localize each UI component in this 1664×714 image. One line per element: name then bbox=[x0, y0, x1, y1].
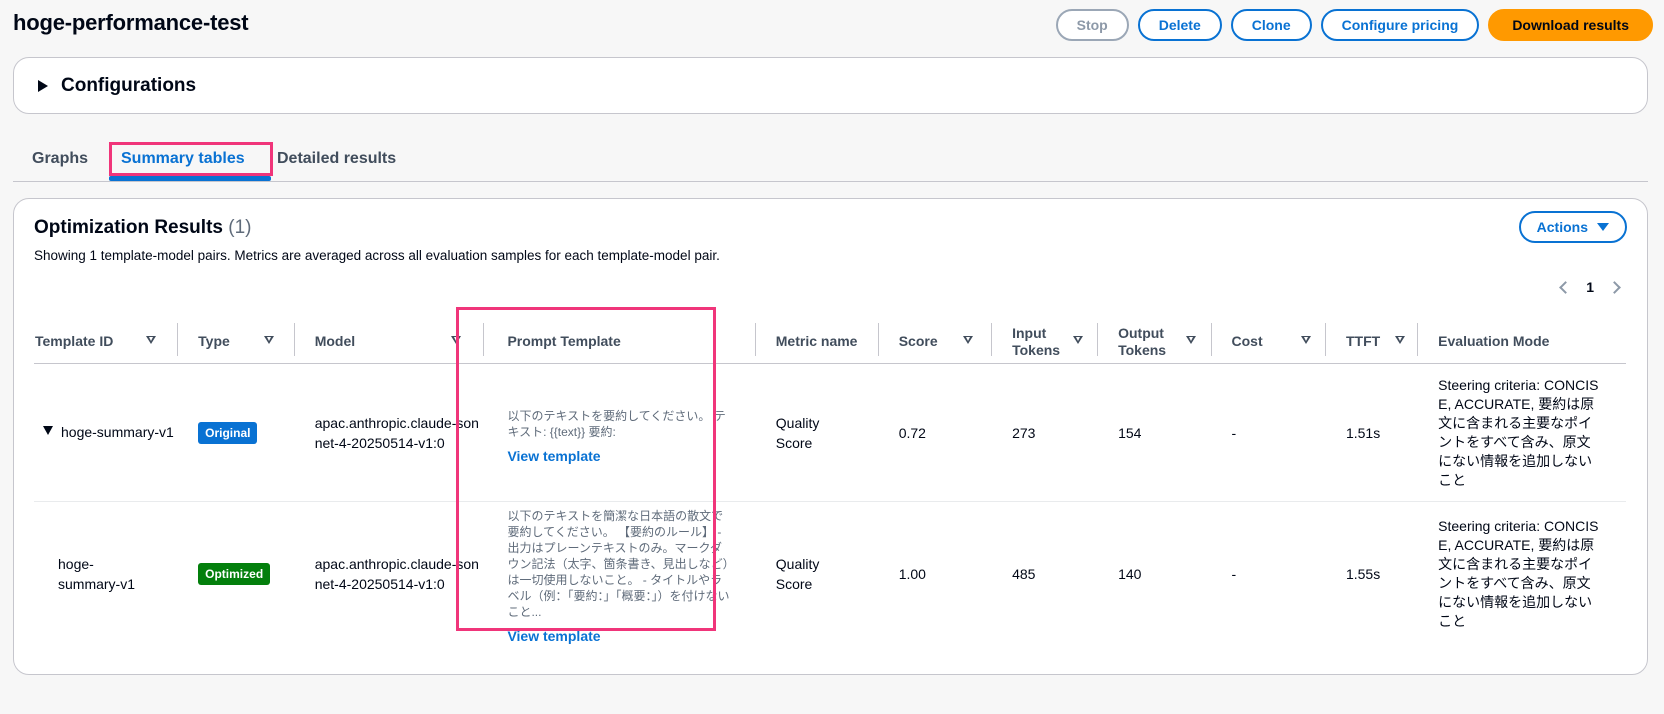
panel-title: Optimization Results (1) bbox=[34, 217, 251, 239]
ttft-cell: 1.51s bbox=[1325, 363, 1419, 502]
configurations-title: Configurations bbox=[61, 75, 197, 96]
tab-graphs[interactable]: Graphs bbox=[32, 150, 88, 168]
header-label: Metric name bbox=[775, 333, 858, 349]
header-type[interactable]: Type bbox=[178, 320, 295, 364]
configure-pricing-button[interactable]: Configure pricing bbox=[1320, 9, 1480, 41]
chevron-right-icon[interactable] bbox=[1608, 280, 1621, 294]
header-label: Output Tokens bbox=[1118, 324, 1167, 358]
ttft-cell: 1.55s bbox=[1345, 566, 1381, 582]
header-label: Type bbox=[198, 333, 230, 349]
caret-down-icon[interactable] bbox=[43, 426, 53, 435]
header-label: Model bbox=[314, 333, 356, 349]
panel-description: Showing 1 template-model pairs. Metrics … bbox=[34, 248, 720, 263]
active-tab-indicator bbox=[109, 176, 271, 181]
template-id: hoge-summary-v1 bbox=[58, 556, 136, 592]
tab-bar: Graphs Summary tables Detailed results bbox=[13, 138, 1648, 182]
template-id: hoge-summary-v1 bbox=[61, 424, 174, 440]
panel-title-text: Optimization Results bbox=[34, 217, 223, 238]
chevron-left-icon[interactable] bbox=[1559, 280, 1573, 294]
tab-detailed-results[interactable]: Detailed results bbox=[277, 150, 396, 168]
results-table: Template ID Type Model Prompt Template M… bbox=[34, 320, 1626, 646]
header-label: Score bbox=[898, 333, 938, 349]
cost-cell: - bbox=[1211, 363, 1326, 502]
type-cell: Optimized bbox=[178, 502, 295, 647]
tab-highlight-box bbox=[109, 142, 273, 176]
clone-button[interactable]: Clone bbox=[1230, 9, 1312, 41]
output-tokens-cell: 140 bbox=[1118, 566, 1142, 582]
header-label: TTFT bbox=[1345, 333, 1381, 349]
header-output-tokens[interactable]: Output Tokens bbox=[1098, 320, 1212, 364]
actions-button[interactable]: Actions bbox=[1518, 211, 1627, 243]
header-evaluation-mode[interactable]: Evaluation Mode bbox=[1418, 320, 1626, 364]
template-id-cell: hoge-summary-v1 bbox=[34, 502, 178, 647]
metric-name-cell: Quality Score bbox=[755, 363, 879, 502]
optimization-results-panel: Optimization Results (1) Showing 1 templ… bbox=[13, 198, 1648, 675]
stop-button[interactable]: Stop bbox=[1055, 9, 1129, 41]
header-label: Evaluation Mode bbox=[1438, 333, 1550, 349]
page-number[interactable]: 1 bbox=[1586, 279, 1594, 295]
caret-down-icon bbox=[1597, 223, 1609, 231]
type-badge: Optimized bbox=[198, 563, 271, 585]
header-label: Cost bbox=[1231, 333, 1263, 349]
cost-cell: - bbox=[1231, 566, 1237, 582]
evaluation-mode-cell: Steering criteria: CONCISE, ACCURATE, 要約… bbox=[1418, 363, 1626, 502]
header-label: Input Tokens bbox=[1012, 324, 1061, 358]
actions-label: Actions bbox=[1536, 219, 1588, 235]
metric-name-cell: Quality Score bbox=[775, 556, 820, 592]
evaluation-mode-cell: Steering criteria: CONCISE, ACCURATE, 要約… bbox=[1438, 518, 1599, 629]
header-input-tokens[interactable]: Input Tokens bbox=[992, 320, 1099, 364]
type-cell: Original bbox=[178, 363, 295, 502]
caret-right-icon bbox=[38, 80, 48, 92]
download-results-button[interactable]: Download results bbox=[1488, 9, 1653, 41]
input-tokens-cell: 485 bbox=[1012, 566, 1036, 582]
prompt-template-highlight-box bbox=[456, 307, 716, 631]
header-cost[interactable]: Cost bbox=[1211, 320, 1326, 364]
page-title: hoge-performance-test bbox=[13, 10, 249, 35]
header-metric-name[interactable]: Metric name bbox=[755, 320, 879, 364]
table-header-row: Template ID Type Model Prompt Template M… bbox=[34, 320, 1626, 364]
results-count: (1) bbox=[228, 217, 252, 238]
table-row: hoge-summary-v1 Original apac.anthropic.… bbox=[34, 363, 1626, 502]
score-cell: 1.00 bbox=[898, 566, 926, 582]
page-header: hoge-performance-test Stop Delete Clone … bbox=[13, 0, 1653, 50]
output-tokens-cell: 154 bbox=[1098, 363, 1212, 502]
delete-button[interactable]: Delete bbox=[1137, 9, 1222, 41]
configurations-expander[interactable]: Configurations bbox=[13, 57, 1648, 114]
template-id-cell: hoge-summary-v1 bbox=[34, 363, 179, 502]
header-ttft[interactable]: TTFT bbox=[1325, 320, 1419, 364]
score-cell: 0.72 bbox=[878, 363, 993, 502]
header-label: Template ID bbox=[35, 333, 114, 349]
input-tokens-cell: 273 bbox=[992, 363, 1099, 502]
pagination: 1 bbox=[1559, 279, 1621, 295]
header-score[interactable]: Score bbox=[878, 320, 993, 364]
type-badge: Original bbox=[198, 421, 258, 444]
header-template-id[interactable]: Template ID bbox=[34, 320, 179, 364]
table-row: hoge-summary-v1 Optimized apac.anthropic… bbox=[34, 502, 1626, 647]
header-actions: Stop Delete Clone Configure pricing Down… bbox=[1055, 9, 1653, 41]
